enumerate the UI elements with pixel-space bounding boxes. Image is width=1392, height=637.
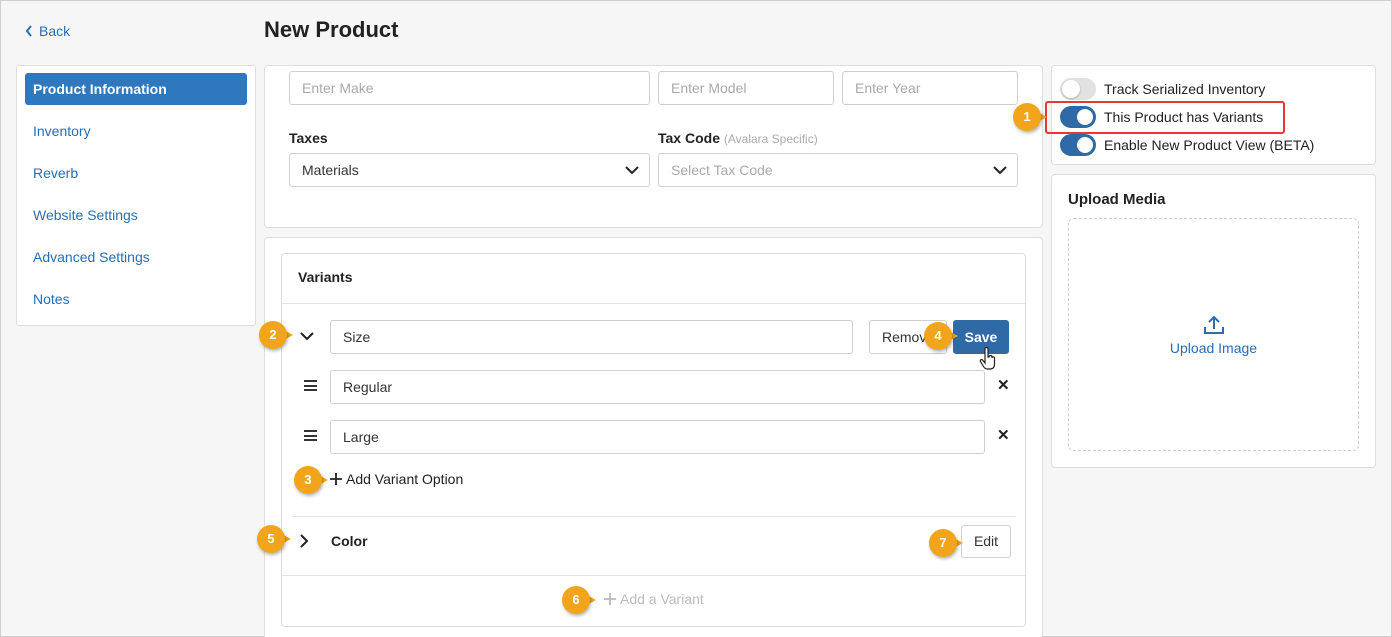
new-product-view-label: Enable New Product View (BETA) <box>1104 137 1315 153</box>
sidebar-item-reverb[interactable]: Reverb <box>25 157 247 189</box>
chevron-down-icon[interactable] <box>300 331 314 341</box>
add-variant-option-button[interactable]: Add Variant Option <box>330 471 463 487</box>
variant-option-input-large[interactable]: Large <box>330 420 985 454</box>
track-serialized-inventory-label: Track Serialized Inventory <box>1104 81 1266 97</box>
add-variant-button[interactable]: Add a Variant <box>604 591 704 607</box>
callout-marker: 4 <box>924 322 962 350</box>
sidebar-nav: Product Information Inventory Reverb Web… <box>16 65 256 326</box>
back-link[interactable]: Back <box>25 23 70 39</box>
taxes-select-value: Materials <box>302 162 359 178</box>
sidebar-item-advanced-settings[interactable]: Advanced Settings <box>25 241 247 273</box>
callout-marker: 7 <box>929 529 967 557</box>
drag-handle-icon[interactable] <box>304 430 317 441</box>
variants-footer-divider <box>282 575 1025 576</box>
plus-icon <box>604 593 616 605</box>
tax-code-select[interactable]: Select Tax Code <box>658 153 1018 187</box>
has-variants-label: This Product has Variants <box>1104 109 1264 125</box>
new-product-view-toggle[interactable] <box>1060 134 1096 156</box>
variant-option-input-regular[interactable]: Regular <box>330 370 985 404</box>
track-serialized-inventory-toggle[interactable] <box>1060 78 1096 100</box>
sidebar-item-notes[interactable]: Notes <box>25 283 247 315</box>
tax-code-label: Tax Code <box>658 130 720 146</box>
sidebar-item-website-settings[interactable]: Website Settings <box>25 199 247 231</box>
close-icon[interactable]: ✕ <box>997 376 1010 394</box>
variant-divider <box>292 516 1016 517</box>
year-input[interactable]: Enter Year <box>842 71 1018 105</box>
drag-handle-icon[interactable] <box>304 380 317 391</box>
variant-name-color: Color <box>331 533 368 549</box>
tax-code-label-group: Tax Code (Avalara Specific) <box>658 130 818 146</box>
sidebar-item-product-information[interactable]: Product Information <box>25 73 247 105</box>
hand-cursor-icon <box>979 347 996 370</box>
callout-marker: 2 <box>259 321 297 349</box>
callout-marker: 1 <box>1013 103 1051 131</box>
has-variants-toggle[interactable] <box>1060 106 1096 128</box>
upload-icon <box>1203 315 1224 334</box>
make-input[interactable]: Enter Make <box>289 71 650 105</box>
chevron-left-icon <box>25 25 32 37</box>
taxes-label: Taxes <box>289 130 328 146</box>
chevron-right-icon[interactable] <box>299 534 309 548</box>
variant-name-input[interactable]: Size <box>330 320 853 354</box>
chevron-down-icon <box>625 166 639 175</box>
upload-image-button[interactable]: Upload Image <box>1151 314 1276 356</box>
sidebar-item-inventory[interactable]: Inventory <box>25 115 247 147</box>
back-label: Back <box>39 23 71 39</box>
tax-code-select-placeholder: Select Tax Code <box>671 162 773 178</box>
taxes-select[interactable]: Materials <box>289 153 650 187</box>
callout-marker: 6 <box>562 586 600 614</box>
upload-media-title: Upload Media <box>1068 191 1166 208</box>
edit-variant-button[interactable]: Edit <box>961 525 1011 558</box>
callout-marker: 5 <box>257 525 295 553</box>
upload-image-label: Upload Image <box>1169 340 1258 356</box>
page-title: New Product <box>264 17 399 42</box>
callout-marker: 3 <box>294 466 332 494</box>
add-variant-option-label: Add Variant Option <box>346 471 464 487</box>
model-input[interactable]: Enter Model <box>658 71 834 105</box>
close-icon[interactable]: ✕ <box>997 426 1010 444</box>
chevron-down-icon <box>993 166 1007 175</box>
tax-code-hint: (Avalara Specific) <box>723 132 818 146</box>
variants-header-divider <box>282 303 1025 304</box>
add-variant-label: Add a Variant <box>620 591 704 607</box>
variants-title: Variants <box>298 269 353 285</box>
